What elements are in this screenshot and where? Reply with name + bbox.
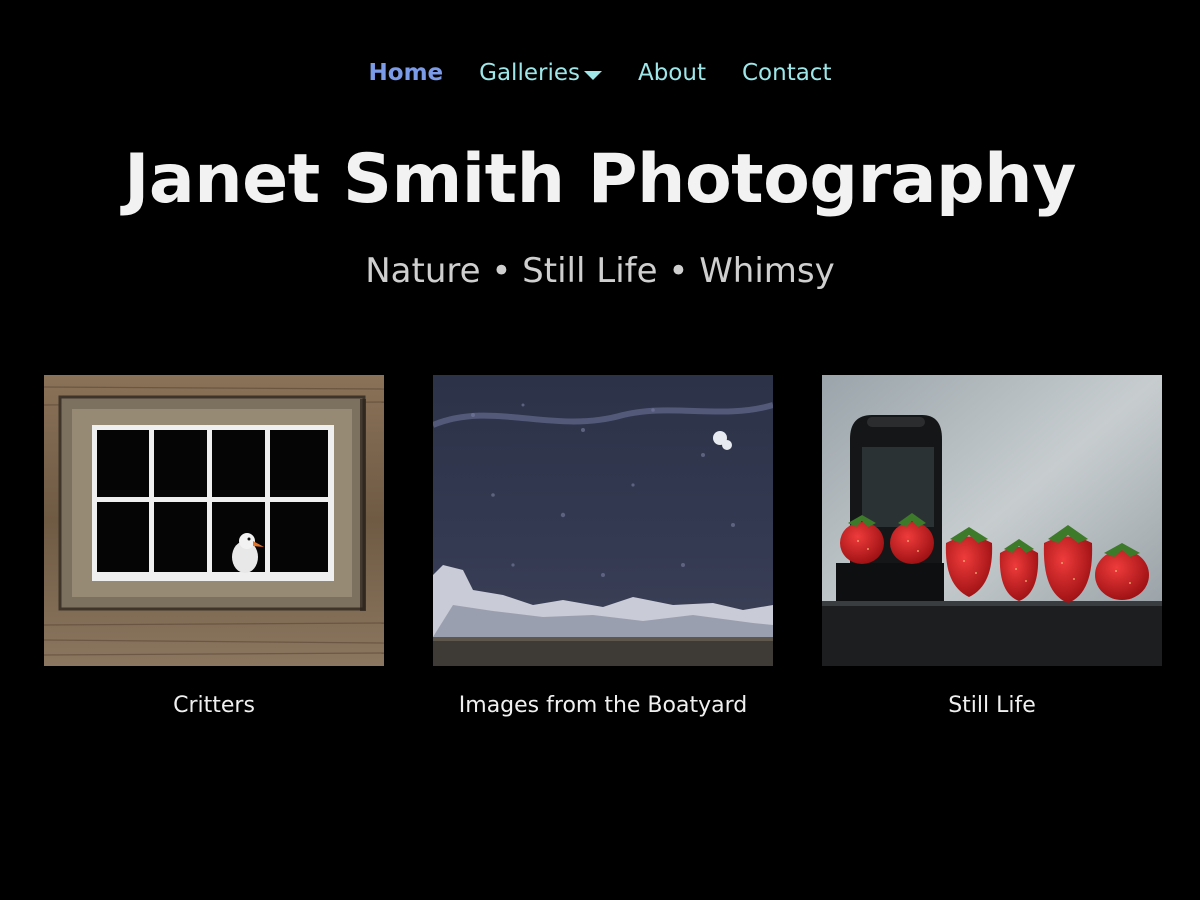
nav-contact-label: Contact bbox=[741, 60, 832, 86]
site-title: Janet Smith Photography bbox=[124, 140, 1076, 219]
gallery-card-still-life[interactable]: Still Life bbox=[822, 375, 1162, 722]
nav-home[interactable]: Home bbox=[369, 56, 444, 90]
boatyard-thumbnail[interactable] bbox=[433, 375, 773, 666]
main-nav: Home Galleries About Contact bbox=[0, 56, 1200, 90]
nav-about[interactable]: About bbox=[638, 56, 706, 90]
gallery-card-critters[interactable]: Critters bbox=[44, 375, 384, 722]
gallery-card-boatyard[interactable]: Images from the Boatyard bbox=[433, 375, 773, 722]
gallery-card-boatyard-label[interactable]: Images from the Boatyard bbox=[433, 690, 773, 722]
caret-down-icon bbox=[583, 70, 602, 80]
nav-galleries[interactable]: Galleries bbox=[479, 56, 602, 90]
gallery-card-critters-label[interactable]: Critters bbox=[44, 690, 384, 722]
nav-about-label: About bbox=[637, 60, 706, 86]
critters-thumbnail[interactable] bbox=[44, 375, 384, 666]
nav-contact[interactable]: Contact bbox=[742, 56, 831, 90]
still-life-thumbnail[interactable] bbox=[822, 375, 1162, 666]
site-tagline: Nature • Still Life • Whimsy bbox=[365, 251, 835, 291]
gallery-grid: Critters Images from the Boatyard Still … bbox=[44, 375, 1162, 735]
nav-galleries-label: Galleries bbox=[479, 60, 580, 86]
gallery-card-still-life-label[interactable]: Still Life bbox=[822, 690, 1162, 722]
nav-home-label: Home bbox=[368, 60, 444, 86]
page: Home Galleries About Contact Janet Smith… bbox=[0, 0, 1200, 900]
